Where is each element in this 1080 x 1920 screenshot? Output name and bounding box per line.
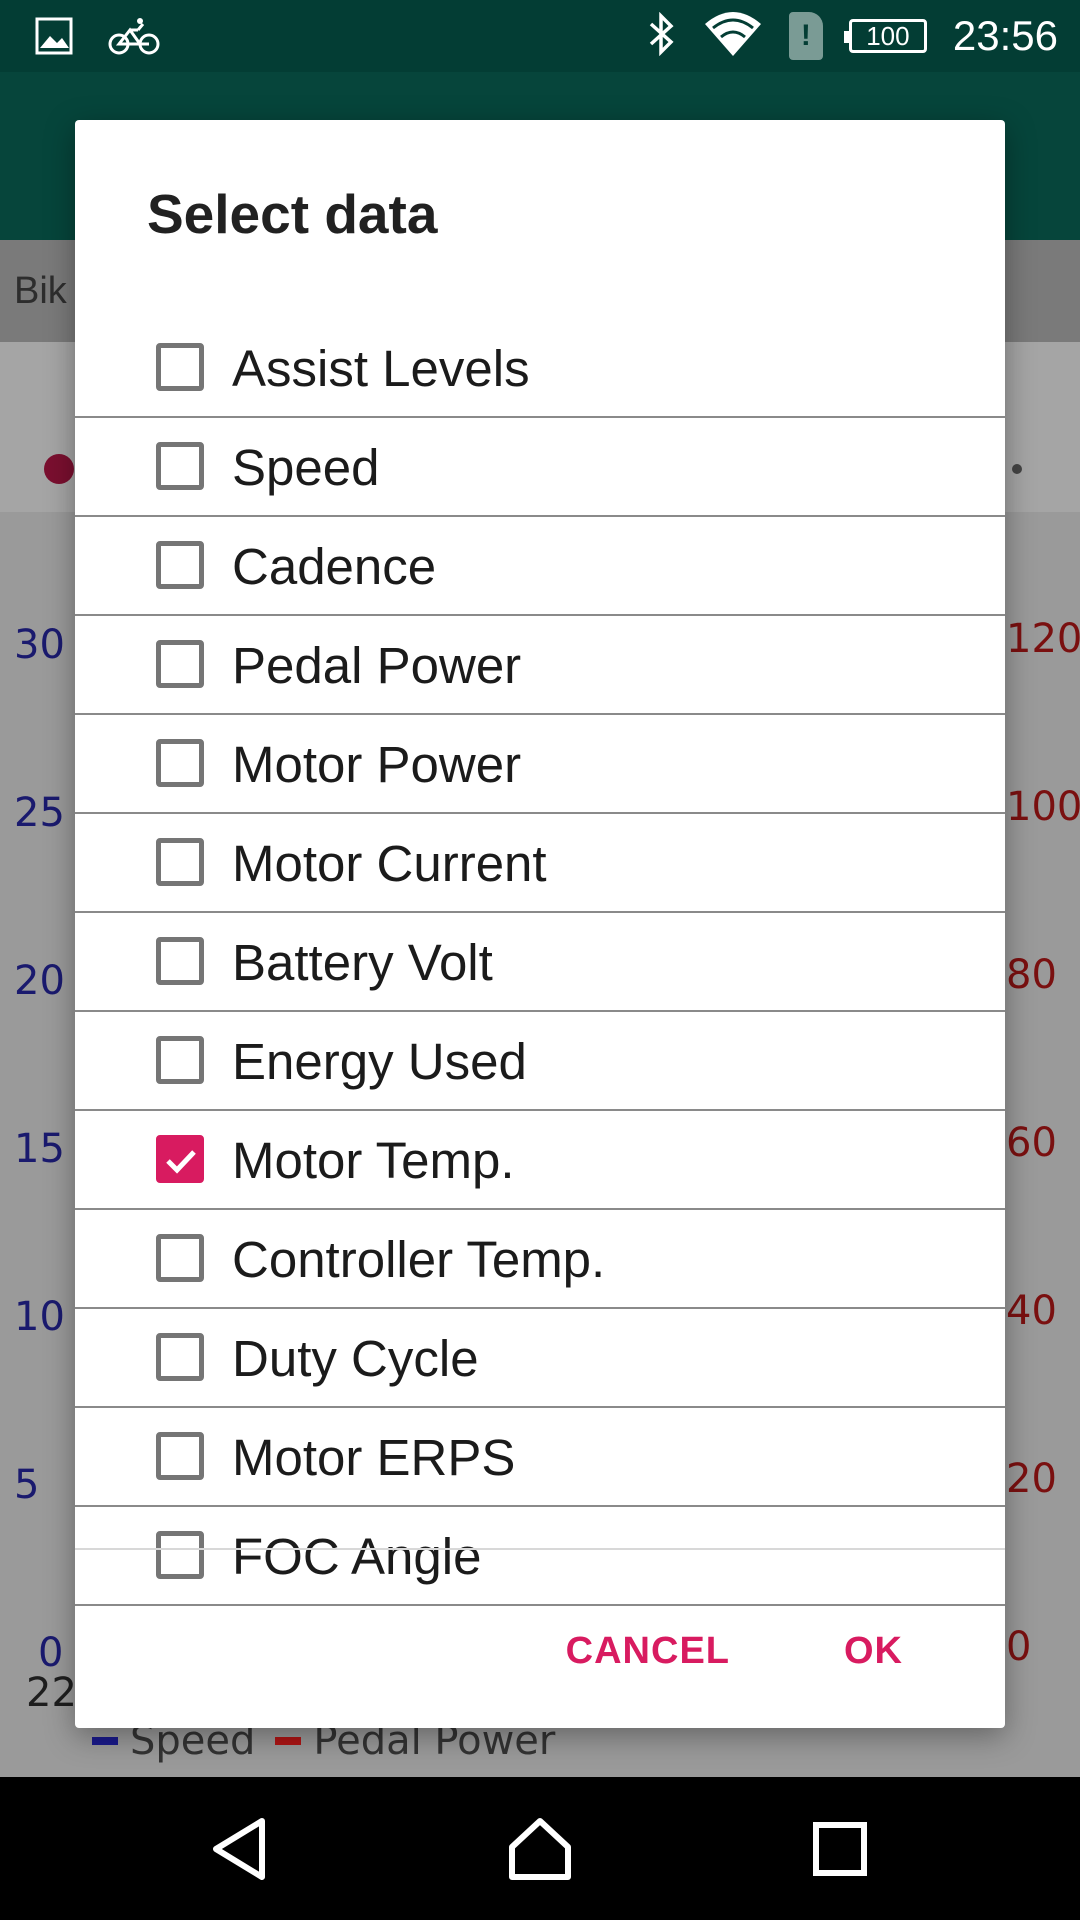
sim-alert-icon: ! <box>788 12 823 60</box>
left-axis-tick: 15 <box>14 1126 65 1172</box>
bluetooth-icon <box>647 11 677 61</box>
option-label: Motor Temp. <box>232 1132 515 1189</box>
checkbox[interactable] <box>156 1036 204 1084</box>
option-row[interactable]: Assist Levels <box>75 319 1005 418</box>
left-axis-tick: 10 <box>14 1294 65 1340</box>
slider-thumb-left <box>44 454 74 484</box>
checkbox[interactable] <box>156 1333 204 1381</box>
option-label: Energy Used <box>232 1033 527 1090</box>
option-row[interactable]: Controller Temp. <box>75 1210 1005 1309</box>
right-axis-tick: 0 <box>1006 1624 1032 1670</box>
checkbox[interactable] <box>156 838 204 886</box>
option-label: Pedal Power <box>232 637 522 694</box>
dialog-title: Select data <box>147 183 438 245</box>
option-row[interactable]: Motor Temp. <box>75 1111 1005 1210</box>
checkbox[interactable] <box>156 343 204 391</box>
option-label: Motor ERPS <box>232 1429 516 1486</box>
option-label: Duty Cycle <box>232 1330 479 1387</box>
option-row[interactable]: FOC Angle <box>75 1507 1005 1606</box>
option-row[interactable]: Duty Cycle <box>75 1309 1005 1408</box>
option-row[interactable]: Cadence <box>75 517 1005 616</box>
right-axis-tick: 40 <box>1006 1288 1057 1334</box>
list-divider <box>75 1548 1005 1550</box>
option-label: Cadence <box>232 538 437 595</box>
legend-swatch-pedal-power <box>275 1737 302 1745</box>
x-axis-tick: 22 <box>26 1670 77 1716</box>
left-axis-tick: 25 <box>14 790 65 836</box>
legend-swatch-speed <box>92 1737 118 1745</box>
wifi-icon <box>703 10 763 63</box>
option-row[interactable]: Battery Volt <box>75 913 1005 1012</box>
right-axis-tick: 60 <box>1006 1120 1057 1166</box>
slider-thumb-right <box>1012 464 1022 474</box>
right-axis-tick: 100 <box>1006 784 1080 830</box>
left-axis-tick: 20 <box>14 958 65 1004</box>
option-label: FOC Angle <box>232 1528 482 1585</box>
tab-label: Bik <box>14 270 67 312</box>
checkbox-checked[interactable] <box>156 1135 204 1183</box>
option-list[interactable]: Assist Levels Speed Cadence Pedal Power Moto… <box>75 319 1005 1606</box>
checkbox[interactable] <box>156 442 204 490</box>
option-row[interactable]: Motor Power <box>75 715 1005 814</box>
select-data-dialog: Select data Assist Levels Speed Cadence Ped… <box>75 120 1005 1728</box>
option-row[interactable]: Motor Current <box>75 814 1005 913</box>
checkbox[interactable] <box>156 937 204 985</box>
image-icon <box>34 16 74 61</box>
checkbox[interactable] <box>156 1531 204 1579</box>
checkbox[interactable] <box>156 739 204 787</box>
recents-icon[interactable] <box>760 1777 920 1920</box>
option-row[interactable]: Speed <box>75 418 1005 517</box>
option-label: Battery Volt <box>232 934 493 991</box>
checkbox[interactable] <box>156 1432 204 1480</box>
right-axis-tick: 20 <box>1006 1456 1057 1502</box>
left-axis-tick: 30 <box>14 622 65 668</box>
home-icon[interactable] <box>460 1777 620 1920</box>
option-row[interactable]: Energy Used <box>75 1012 1005 1111</box>
cancel-button[interactable]: CANCEL <box>532 1620 764 1700</box>
left-axis-tick: 5 <box>14 1462 40 1508</box>
status-bar: ! 100 23:56 <box>0 0 1080 72</box>
option-row[interactable]: Motor ERPS <box>75 1408 1005 1507</box>
option-label: Controller Temp. <box>232 1231 606 1288</box>
dialog-actions: CANCEL OK <box>532 1620 1005 1700</box>
navigation-bar <box>0 1777 1080 1920</box>
right-axis-tick: 120 <box>1006 616 1080 662</box>
bicycle-icon <box>108 16 160 61</box>
option-row[interactable]: Pedal Power <box>75 616 1005 715</box>
ok-button[interactable]: OK <box>810 1620 937 1700</box>
option-label: Assist Levels <box>232 340 530 397</box>
battery-indicator: 100 <box>843 19 927 53</box>
option-label: Motor Current <box>232 835 547 892</box>
checkbox[interactable] <box>156 541 204 589</box>
checkbox[interactable] <box>156 640 204 688</box>
option-label: Speed <box>232 439 380 496</box>
clock: 23:56 <box>952 12 1058 59</box>
right-axis-tick: 80 <box>1006 952 1057 998</box>
back-icon[interactable] <box>160 1777 320 1920</box>
check-icon <box>166 1150 196 1174</box>
option-label: Motor Power <box>232 736 522 793</box>
checkbox[interactable] <box>156 1234 204 1282</box>
